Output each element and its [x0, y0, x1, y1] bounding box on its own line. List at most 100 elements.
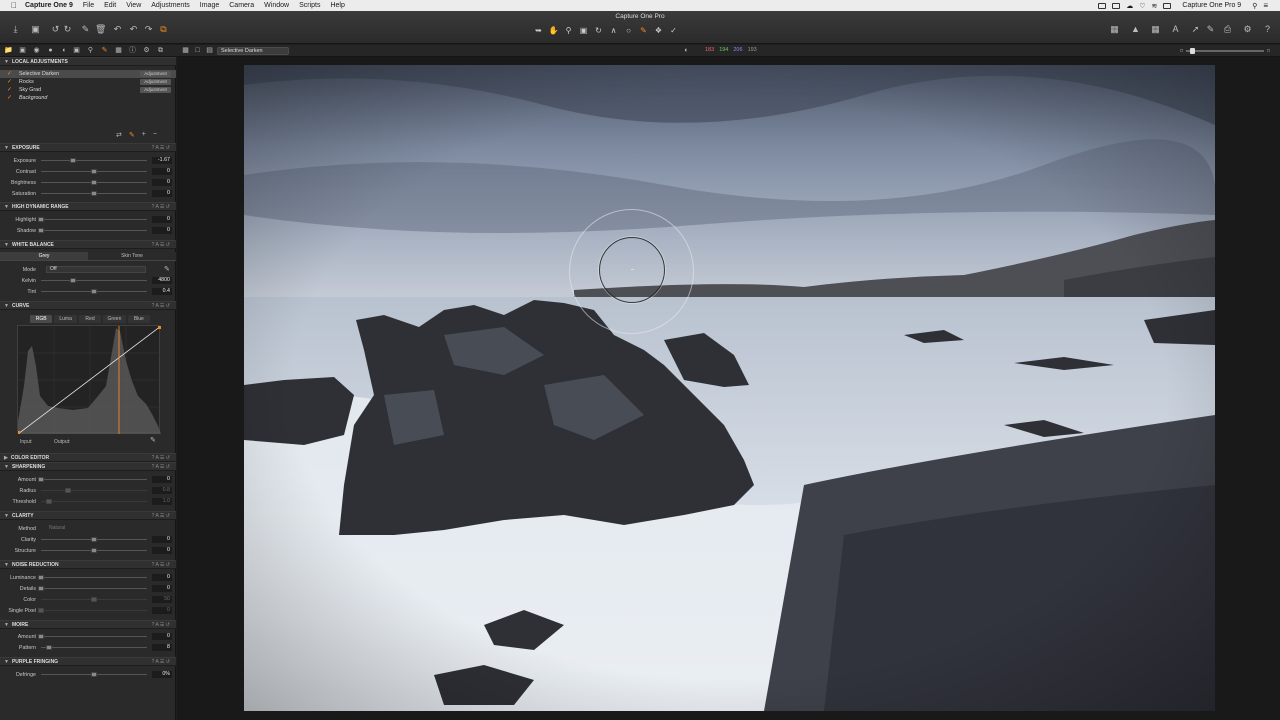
display-icon[interactable]	[1112, 2, 1121, 9]
white-balance-header[interactable]: ▼ WHITE BALANCE? A ☰ ↺	[0, 240, 176, 249]
local-adjustments-header[interactable]: ▼ LOCAL ADJUSTMENTS	[0, 57, 176, 66]
wb-picker-icon[interactable]: ✎	[164, 265, 170, 273]
notifications-icon[interactable]: ≡	[1263, 1, 1268, 10]
sharpen-amount-slider[interactable]	[38, 477, 147, 482]
grid-icon[interactable]: ▦	[1150, 25, 1161, 34]
clarity-header[interactable]: ▼ CLARITY? A ☰ ↺	[0, 511, 176, 520]
menu-file[interactable]: File	[78, 2, 99, 9]
menu-window[interactable]: Window	[259, 2, 294, 9]
brush-icon[interactable]: ✎	[129, 131, 135, 139]
exposure-warning-icon[interactable]: ▲	[1130, 25, 1141, 34]
library-tab-icon[interactable]: 📁	[4, 46, 13, 55]
sharpen-radius-slider[interactable]	[41, 488, 147, 493]
saturation-value[interactable]: 0	[152, 190, 172, 197]
menubar-app-name[interactable]: Capture One Pro 9	[1177, 2, 1246, 9]
slider-thumb[interactable]	[64, 488, 71, 493]
tab-skin-tone[interactable]: Skin Tone	[88, 252, 176, 261]
slider-thumb[interactable]	[46, 645, 53, 650]
highlight-value[interactable]: 0	[152, 216, 172, 223]
wb-mode-select[interactable]: Off	[46, 266, 146, 273]
settings-icon[interactable]: ⚙	[1242, 25, 1253, 34]
layer-check-icon[interactable]: ✓	[7, 95, 13, 101]
slider-thumb[interactable]	[91, 180, 97, 185]
zoom-in-icon[interactable]: □	[1267, 48, 1270, 54]
nr-single-pixel-value[interactable]: 0	[152, 607, 172, 614]
help-icon[interactable]: ?	[1262, 25, 1273, 34]
hdr-header[interactable]: ▼ HIGH DYNAMIC RANGE? A ☰ ↺	[0, 202, 176, 211]
noise-reduction-header[interactable]: ▼ NOISE REDUCTION? A ☰ ↺	[0, 560, 176, 569]
highlight-slider[interactable]	[38, 217, 147, 222]
keystone-tool-icon[interactable]: ∧	[608, 26, 619, 36]
pen-icon[interactable]: ✎	[1205, 25, 1216, 34]
purple-fringing-header[interactable]: ▼ PURPLE FRINGING? A ☰ ↺	[0, 657, 176, 666]
output-tab-icon[interactable]: ⚙	[142, 46, 151, 55]
brightness-slider[interactable]	[41, 180, 147, 185]
layer-check-icon[interactable]: ✓	[7, 79, 13, 85]
slider-thumb[interactable]	[38, 608, 44, 613]
sharpen-radius-value[interactable]: 0.8	[152, 487, 172, 494]
nr-luminance-slider[interactable]	[38, 575, 147, 580]
details-tab-icon[interactable]: ⚲	[86, 46, 95, 55]
layer-rocks[interactable]: ✓ Rocks Adjustment	[0, 78, 176, 86]
menu-edit[interactable]: Edit	[99, 2, 121, 9]
slider-thumb[interactable]	[38, 634, 44, 639]
multi-view-icon[interactable]: ▦	[181, 46, 190, 55]
single-view-icon[interactable]: □	[193, 46, 202, 55]
color-picker-icon[interactable]: ❖	[653, 26, 664, 36]
moire-pattern-slider[interactable]	[41, 645, 147, 650]
defringe-value[interactable]: 0%	[152, 671, 172, 678]
print-icon[interactable]: ⎙	[1222, 25, 1233, 34]
adjustments-tab-icon[interactable]: ▦	[114, 46, 123, 55]
batch-tab-icon[interactable]: ⧉	[156, 46, 165, 55]
exposure-slider[interactable]	[41, 158, 147, 163]
kelvin-value[interactable]: 4800	[152, 277, 172, 284]
local-adjustments-tab-icon[interactable]: ✎	[100, 46, 109, 55]
layer-check-icon[interactable]: ✓	[7, 87, 13, 93]
slider-thumb[interactable]	[38, 586, 44, 591]
layer-sky-grad[interactable]: ✓ Sky Grad Adjustment	[0, 86, 176, 94]
rotate-tool-icon[interactable]: ↻	[593, 26, 604, 36]
menu-view[interactable]: View	[121, 2, 146, 9]
sharpen-threshold-value[interactable]: 1.0	[152, 498, 172, 505]
heart-icon[interactable]: ♡	[1139, 2, 1145, 10]
collapse-icon[interactable]: ▼	[4, 59, 9, 65]
exposure-header[interactable]: ▼ EXPOSURE? A ☰ ↺	[0, 143, 176, 152]
filmstrip-icon[interactable]: ▤	[205, 46, 214, 55]
remove-layer-icon[interactable]: −	[153, 131, 157, 139]
proof-icon[interactable]: ➚	[1190, 25, 1201, 34]
layer-check-icon[interactable]: ✓	[7, 71, 13, 77]
tint-slider[interactable]	[41, 289, 147, 294]
zoom-knob[interactable]	[1190, 48, 1196, 54]
menu-scripts[interactable]: Scripts	[294, 2, 325, 9]
curve-picker-icon[interactable]: ✎	[150, 436, 156, 444]
layer-background[interactable]: ✓ Background	[0, 94, 176, 102]
menu-adjustments[interactable]: Adjustments	[146, 2, 195, 9]
zoom-track[interactable]	[1186, 48, 1264, 54]
defringe-slider[interactable]	[41, 672, 147, 677]
slider-thumb[interactable]	[91, 289, 97, 294]
cloud-icon[interactable]: ☁	[1126, 2, 1133, 10]
crop-tool-icon[interactable]: ▣	[578, 26, 589, 36]
tab-grey[interactable]: Grey	[0, 252, 88, 261]
structure-value[interactable]: 0	[152, 547, 172, 554]
variant-select[interactable]: Selective Darken	[217, 47, 289, 55]
nr-luminance-value[interactable]: 0	[152, 574, 172, 581]
undo-icon[interactable]: ↶	[112, 25, 123, 34]
undo-step-icon[interactable]: ↶	[128, 25, 139, 34]
slider-thumb[interactable]	[91, 537, 97, 542]
slider-thumb[interactable]	[38, 575, 44, 580]
sharpening-header[interactable]: ▼ SHARPENING? A ☰ ↺	[0, 462, 176, 471]
slider-thumb[interactable]	[91, 597, 97, 602]
spotlight-search-icon[interactable]: ⚲	[1252, 2, 1257, 10]
composition-tab-icon[interactable]: ▣	[72, 46, 81, 55]
tab-rgb[interactable]: RGB	[30, 315, 53, 323]
capture-icon[interactable]: ▣	[30, 25, 41, 34]
slider-thumb[interactable]	[91, 191, 97, 196]
battery-icon[interactable]	[1163, 2, 1172, 9]
sharpen-threshold-slider[interactable]	[41, 499, 147, 504]
curve-graph[interactable]	[17, 325, 162, 435]
slider-thumb[interactable]	[91, 169, 97, 174]
capture-tab-icon[interactable]: ▣	[18, 46, 27, 55]
tint-value[interactable]: 0.4	[152, 288, 172, 295]
moire-amount-value[interactable]: 0	[152, 633, 172, 640]
